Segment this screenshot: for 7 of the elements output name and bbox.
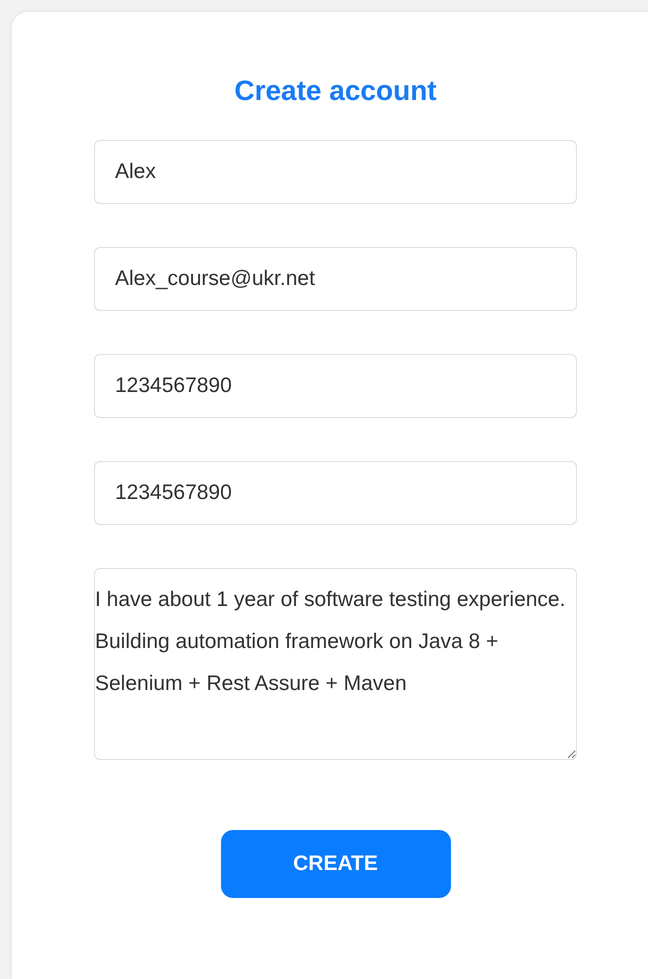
create-button[interactable]: CREATE	[220, 830, 450, 898]
input-field[interactable]: Alex	[94, 140, 577, 204]
text-area[interactable]: I have about 1 year of software testing experience. Building automation framework on Java 8 + Selenium + Rest Assure + Maven	[94, 568, 577, 760]
input-field[interactable]: 1234567890	[94, 354, 577, 418]
input-field[interactable]: 1234567890	[94, 461, 577, 525]
form-title: Create account	[234, 74, 437, 108]
input-field[interactable]: Alex_course@ukr.net	[94, 247, 577, 311]
